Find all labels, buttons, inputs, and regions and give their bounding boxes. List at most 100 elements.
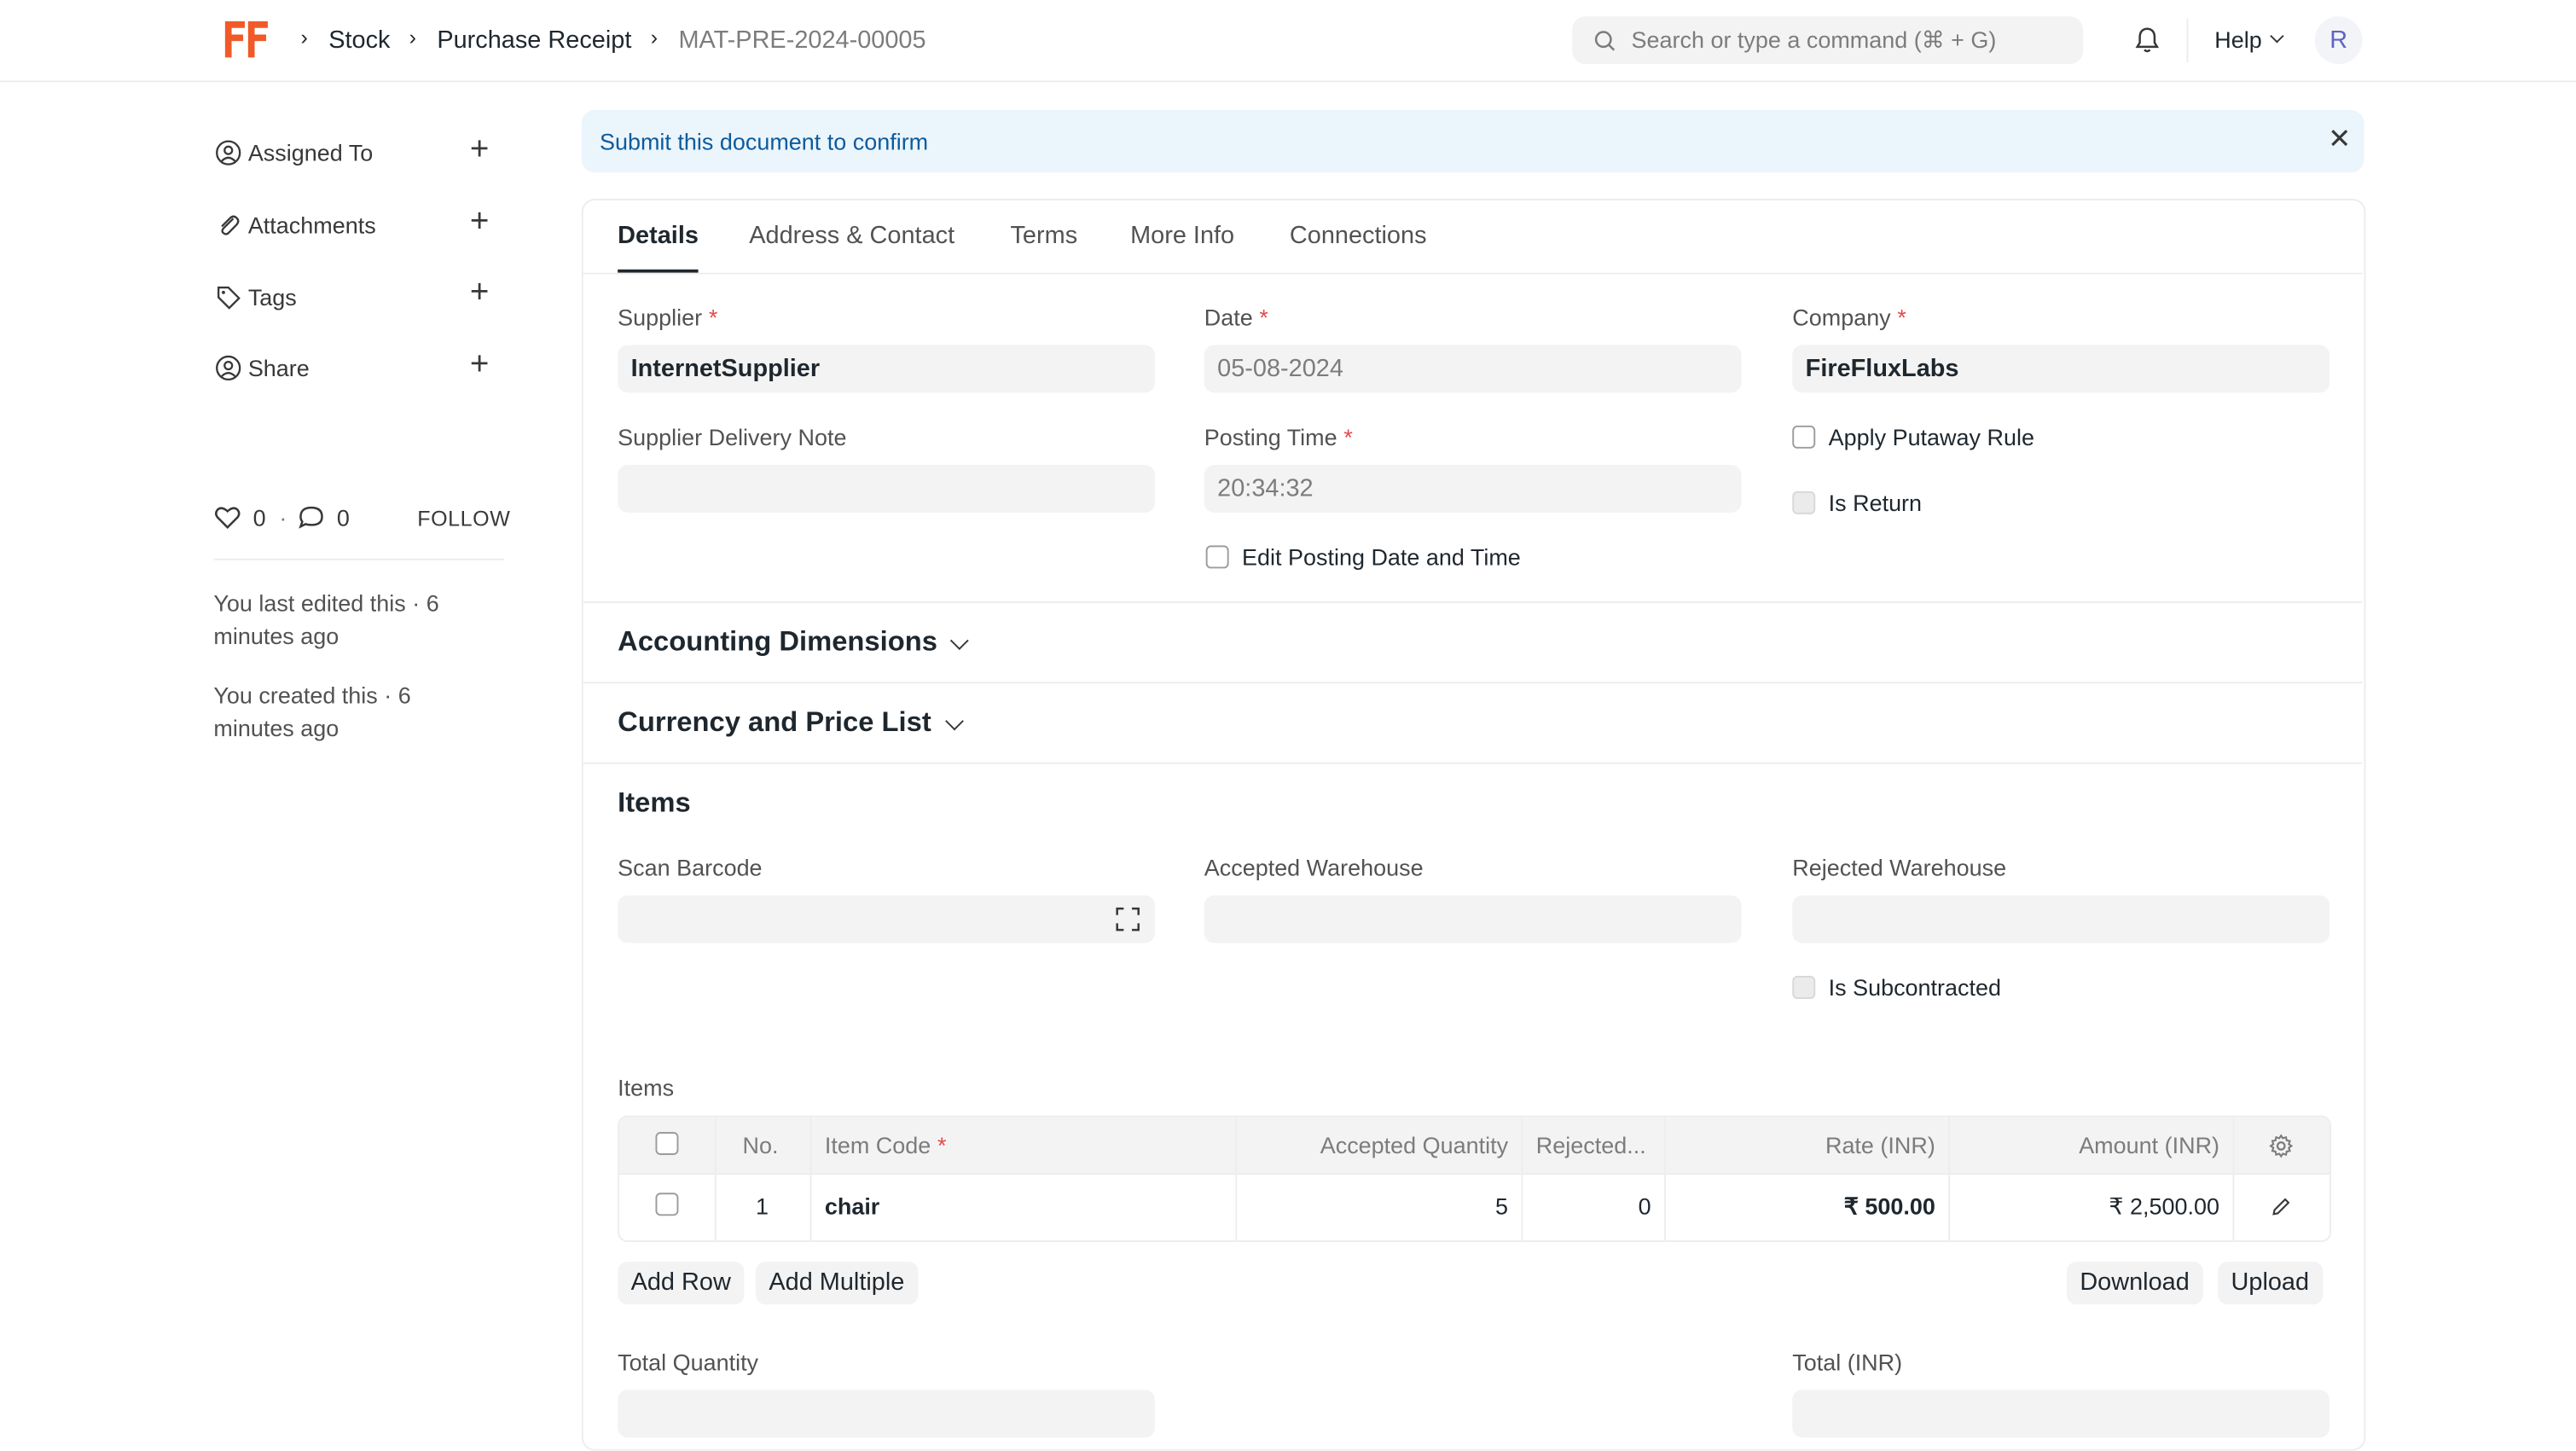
supplier-field[interactable]: InternetSupplier [618,345,1155,393]
row-amount: ₹ 2,500.00 [2109,1193,2220,1220]
date-label: Date * [1204,304,1268,331]
apply-putaway-checkbox[interactable] [1792,425,1816,449]
row-item-code[interactable]: chair [825,1193,879,1219]
section-divider [583,682,2363,684]
accepted-warehouse-label: Accepted Warehouse [1204,854,1424,881]
total-field[interactable] [1792,1390,2330,1438]
sidebar-item-share[interactable]: Share [248,355,310,381]
sidebar-divider [213,558,505,560]
tab-connections[interactable]: Connections [1290,222,1427,250]
tab-details[interactable]: Details [618,222,699,250]
sidebar-item-attachments[interactable]: Attachments [248,212,376,238]
col-amount: Amount (INR) [2079,1132,2220,1158]
sidebar-item-assigned-to[interactable]: Assigned To [248,140,373,166]
assign-icon [216,140,241,165]
chevron-right-icon: › [650,24,659,49]
add-share-button[interactable]: + [470,346,490,384]
scan-barcode-field[interactable] [618,895,1155,943]
posting-time-value: 20:34:32 [1217,474,1314,503]
items-table-label: Items [618,1074,675,1101]
add-attachment-button[interactable]: + [470,204,490,241]
row-accepted-qty[interactable]: 5 [1495,1193,1508,1219]
chevron-right-icon: › [409,24,416,49]
total-quantity-label: Total Quantity [618,1349,759,1376]
date-field[interactable]: 05-08-2024 [1204,345,1742,393]
currency-price-list-toggle[interactable]: Currency and Price List [618,706,931,740]
edit-posting-checkbox[interactable] [1205,545,1229,569]
apply-putaway-label: Apply Putaway Rule [1828,423,2034,450]
select-all-checkbox[interactable] [655,1132,679,1155]
section-divider [583,762,2363,764]
submit-alert: Submit this document to confirm ✕ [581,110,2364,173]
col-no: No. [742,1132,779,1158]
download-button[interactable]: Download [2066,1262,2203,1305]
row-rejected-qty[interactable]: 0 [1639,1193,1651,1219]
delivery-note-label: Supplier Delivery Note [618,423,847,450]
divider [2186,18,2189,63]
company-label: Company * [1792,304,1906,331]
chevron-right-icon: › [300,24,308,49]
add-tag-button[interactable]: + [470,275,490,312]
column-divider [1948,1117,1951,1241]
help-menu[interactable]: Help [2214,26,2261,53]
add-assigned-button[interactable]: + [470,131,490,169]
column-divider [1235,1117,1238,1241]
total-quantity-field[interactable] [618,1390,1155,1438]
alert-text: Submit this document to confirm [599,128,929,155]
add-row-button[interactable]: Add Row [618,1262,745,1305]
column-divider [809,1117,812,1241]
row-rate[interactable]: ₹ 500.00 [1844,1193,1935,1221]
company-field[interactable]: FireFluxLabs [1792,345,2330,393]
col-item-code: Item Code * [824,1132,947,1158]
accounting-dimensions-toggle[interactable]: Accounting Dimensions [618,626,937,659]
gear-icon[interactable] [2269,1134,2294,1158]
comment-icon[interactable] [298,504,326,531]
close-icon[interactable]: ✕ [2328,123,2351,156]
items-table: No. Item Code * Accepted Quantity Rejecte… [618,1115,2331,1243]
scan-icon[interactable] [1116,907,1140,932]
accepted-warehouse-field[interactable] [1204,895,1742,943]
column-divider [714,1117,717,1241]
follow-button[interactable]: FOLLOW [417,506,510,531]
is-return-checkbox[interactable] [1792,490,1816,514]
chevron-down-icon [2270,29,2284,44]
tab-more-info[interactable]: More Info [1130,222,1234,250]
app-logo[interactable] [222,18,271,61]
posting-time-label: Posting Time * [1204,423,1353,450]
search-bar[interactable]: Search or type a command (⌘ + G) [1572,16,2084,65]
share-icon [216,355,241,381]
avatar[interactable]: R [2314,16,2363,65]
column-divider [1664,1117,1666,1241]
last-edited-text: You last edited this · 6 minutes ago [213,589,439,649]
posting-time-field[interactable]: 20:34:32 [1204,465,1742,513]
delivery-note-field[interactable] [618,465,1155,513]
breadcrumb-purchase-receipt[interactable]: Purchase Receipt [437,26,631,55]
upload-button[interactable]: Upload [2218,1262,2323,1305]
breadcrumb-document: MAT-PRE-2024-00005 [678,26,926,55]
breadcrumb-stock[interactable]: Stock [328,26,390,55]
edit-icon[interactable] [2271,1196,2292,1217]
page: › Stock › Purchase Receipt › MAT-PRE-202… [0,0,2576,1451]
row-checkbox[interactable] [655,1193,679,1216]
tag-icon [218,286,241,310]
paperclip-icon [221,215,240,235]
heart-icon[interactable] [213,504,241,531]
total-label: Total (INR) [1792,1349,1903,1376]
tab-address-contact[interactable]: Address & Contact [749,222,954,250]
add-multiple-button[interactable]: Add Multiple [755,1262,918,1305]
col-rejected-qty: Rejected... [1535,1132,1646,1158]
navbar: › Stock › Purchase Receipt › MAT-PRE-202… [0,0,2576,83]
bell-icon[interactable] [2134,26,2161,55]
supplier-value: InternetSupplier [630,355,821,383]
search-icon [1594,31,1616,51]
separator-dot: · [279,504,287,531]
is-subcontracted-checkbox[interactable] [1792,976,1816,1000]
edit-posting-label: Edit Posting Date and Time [1242,543,1521,571]
col-accepted-qty: Accepted Quantity [1320,1132,1509,1158]
rejected-warehouse-field[interactable] [1792,895,2330,943]
rejected-warehouse-label: Rejected Warehouse [1792,854,2007,881]
search-placeholder[interactable]: Search or type a command (⌘ + G) [1632,26,1997,55]
tab-terms[interactable]: Terms [1010,222,1077,250]
tabs-divider [583,272,2363,275]
sidebar-item-tags[interactable]: Tags [248,284,297,311]
